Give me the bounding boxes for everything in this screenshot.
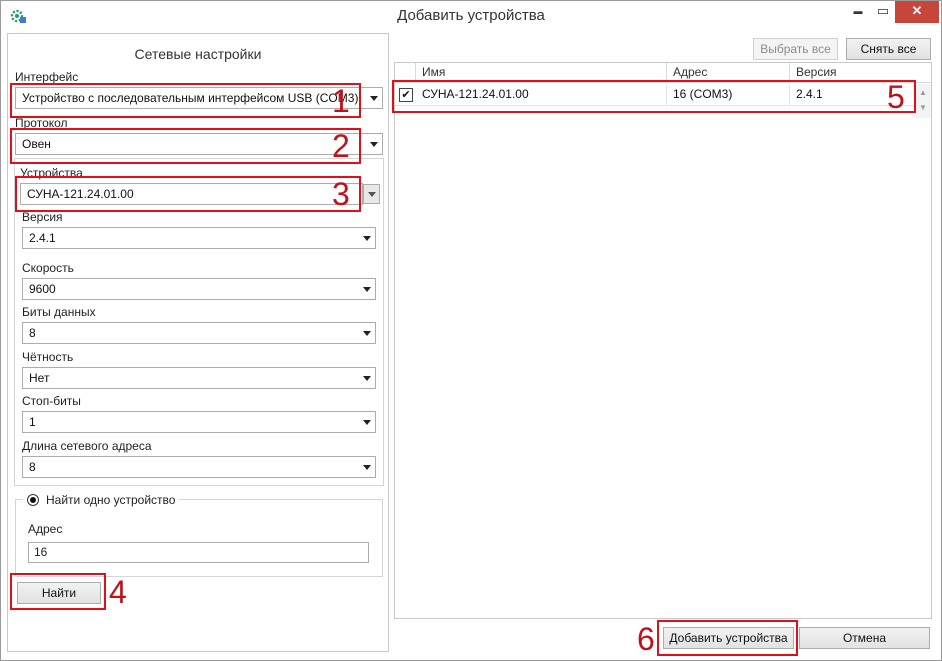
callout-number-6: 6 [637, 621, 655, 657]
addrlen-label: Длина сетевого адреса [22, 439, 152, 453]
find-one-group [15, 499, 383, 577]
callout-box-protocol [10, 128, 361, 164]
title-bar: Добавить устройства ▬ ▭ ✕ [1, 1, 941, 31]
table-scrollbar[interactable]: ▲ ▼ [916, 84, 931, 118]
version-label: Версия [22, 210, 63, 224]
version-value: 2.4.1 [29, 231, 56, 245]
network-settings-panel: Сетевые настройки Интерфейс Устройство с… [7, 33, 389, 652]
chevron-down-icon [363, 465, 371, 470]
minimize-button[interactable]: ▬ [843, 1, 873, 23]
address-label: Адрес [28, 522, 63, 536]
chevron-down-icon [363, 376, 371, 381]
speed-label: Скорость [22, 261, 74, 275]
parity-label: Чётность [22, 350, 74, 364]
interface-label: Интерфейс [15, 70, 79, 84]
close-button[interactable]: ✕ [895, 1, 939, 23]
callout-number-2: 2 [332, 128, 350, 164]
version-combo[interactable]: 2.4.1 [22, 227, 376, 249]
chevron-down-icon [370, 96, 378, 101]
scroll-down-icon[interactable]: ▼ [919, 103, 927, 112]
radio-button[interactable] [27, 494, 39, 506]
select-all-button[interactable]: Выбрать все [753, 38, 838, 60]
parity-value: Нет [29, 371, 50, 385]
speed-value: 9600 [29, 282, 56, 296]
callout-number-5: 5 [887, 79, 905, 115]
radio-dot-icon [30, 497, 36, 503]
stopbits-label: Стоп-биты [22, 394, 81, 408]
parity-combo[interactable]: Нет [22, 367, 376, 389]
callout-box-add [657, 620, 798, 656]
databits-combo[interactable]: 8 [22, 322, 376, 344]
stopbits-combo[interactable]: 1 [22, 411, 376, 433]
callout-number-4: 4 [109, 574, 127, 610]
callout-box-devices [15, 176, 361, 212]
clear-all-button[interactable]: Снять все [846, 38, 931, 60]
chevron-down-icon [363, 331, 371, 336]
scroll-up-icon[interactable]: ▲ [919, 88, 927, 97]
chevron-down-icon [370, 142, 378, 147]
stopbits-value: 1 [29, 415, 36, 429]
chevron-down-icon [368, 192, 376, 197]
callout-number-1: 1 [332, 83, 350, 119]
chevron-down-icon [363, 236, 371, 241]
add-devices-window: Добавить устройства ▬ ▭ ✕ Сетевые настро… [0, 0, 942, 661]
cancel-button[interactable]: Отмена [799, 627, 930, 649]
devices-table: Имя Адрес Версия ✔ СУНА-121.24.01.00 16 … [394, 62, 932, 619]
callout-box-interface [10, 83, 361, 118]
databits-value: 8 [29, 326, 36, 340]
addrlen-value: 8 [29, 460, 36, 474]
callout-box-find [10, 573, 106, 610]
addrlen-combo[interactable]: 8 [22, 456, 376, 478]
databits-label: Биты данных [22, 305, 96, 319]
callout-box-device-row [392, 80, 916, 113]
callout-number-3: 3 [332, 176, 350, 212]
speed-combo[interactable]: 9600 [22, 278, 376, 300]
find-one-option[interactable]: Найти одно устройство [23, 492, 180, 508]
address-field[interactable]: 16 [28, 542, 369, 563]
window-title: Добавить устройства [397, 7, 545, 24]
chevron-down-icon [363, 287, 371, 292]
devices-dropdown-button[interactable] [363, 184, 380, 204]
chevron-down-icon [363, 420, 371, 425]
network-settings-heading: Сетевые настройки [134, 46, 262, 62]
maximize-button[interactable]: ▭ [873, 1, 893, 23]
find-one-label: Найти одно устройство [46, 493, 176, 507]
